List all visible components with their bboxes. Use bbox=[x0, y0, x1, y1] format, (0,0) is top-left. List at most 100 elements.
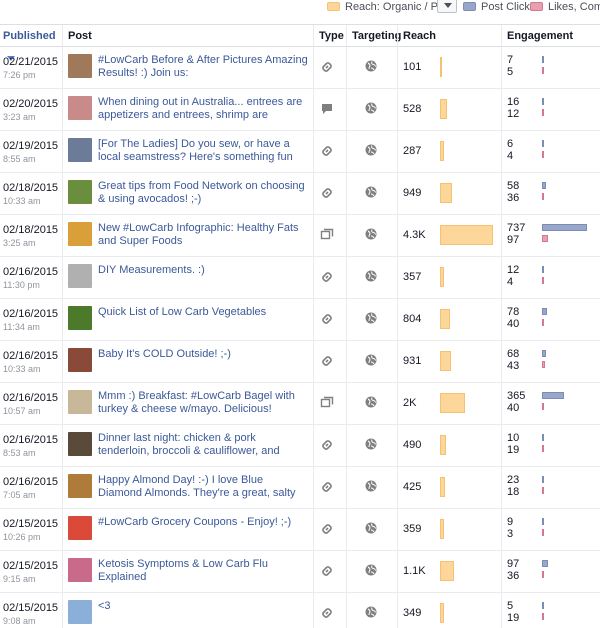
reach-bar bbox=[440, 57, 442, 77]
post-link[interactable]: Dinner last night: chicken & pork tender… bbox=[98, 432, 310, 458]
post-link[interactable]: Baby It's COLD Outside! ;-) bbox=[98, 348, 310, 374]
post-thumbnail[interactable] bbox=[68, 306, 92, 330]
reach-bar bbox=[440, 561, 454, 581]
post-time: 8:55 am bbox=[3, 154, 36, 164]
post-link[interactable]: DIY Measurements. :) bbox=[98, 264, 310, 290]
column-header-engagement[interactable]: Engagement bbox=[501, 25, 600, 47]
globe-icon bbox=[365, 312, 377, 324]
post-thumbnail[interactable] bbox=[68, 54, 92, 78]
engagement-values: 23 18 bbox=[507, 474, 519, 498]
post-thumbnail[interactable] bbox=[68, 474, 92, 498]
column-header-published[interactable]: Published bbox=[0, 25, 62, 61]
post-date: 02/18/2015 bbox=[3, 224, 59, 236]
post-date: 02/18/2015 bbox=[3, 182, 59, 194]
reach-value: 1.1K bbox=[403, 565, 426, 577]
post-time: 7:05 am bbox=[3, 490, 36, 500]
engagement-values: 737 97 bbox=[507, 222, 525, 246]
globe-icon bbox=[365, 438, 377, 450]
post-link[interactable]: Mmm :) Breakfast: #LowCarb Bagel with tu… bbox=[98, 390, 310, 416]
likes-value: 19 bbox=[507, 612, 520, 624]
post-clicks-value: 16 bbox=[507, 96, 520, 108]
post-date: 02/19/2015 bbox=[3, 140, 59, 152]
table-row[interactable]: 02/21/2015 7:26 pm #LowCarb Before & After… bbox=[0, 47, 600, 89]
post-date: 02/16/2015 bbox=[3, 350, 59, 362]
table-row[interactable]: 02/16/2015 10:57 am Mmm :) Breakfast: #Low… bbox=[0, 383, 600, 425]
column-header-post[interactable]: Post bbox=[62, 25, 313, 47]
post-link[interactable]: Great tips from Food Network on choosing… bbox=[98, 180, 310, 206]
post-clicks-bar bbox=[542, 182, 546, 189]
reach-value: 287 bbox=[403, 145, 422, 157]
likes-value: 4 bbox=[507, 150, 514, 162]
post-date: 02/21/2015 bbox=[3, 56, 59, 68]
post-link[interactable]: New #LowCarb Infographic: Healthy Fats a… bbox=[98, 222, 310, 248]
column-header-reach[interactable]: Reach bbox=[397, 25, 501, 47]
status-icon bbox=[320, 102, 334, 116]
globe-icon bbox=[365, 60, 377, 72]
post-link[interactable]: #LowCarb Grocery Coupons - Enjoy! ;-) bbox=[98, 516, 310, 542]
post-thumbnail[interactable] bbox=[68, 600, 92, 624]
post-link[interactable]: When dining out in Australia... entrees … bbox=[98, 96, 310, 122]
reach-dropdown-button[interactable] bbox=[437, 0, 457, 13]
table-row[interactable]: 02/20/2015 3:23 am When dining out in Aust… bbox=[0, 89, 600, 131]
post-link[interactable]: <3 bbox=[98, 600, 310, 626]
post-thumbnail[interactable] bbox=[68, 432, 92, 456]
table-row[interactable]: 02/16/2015 7:05 am Happy Almond Day! :-) I… bbox=[0, 467, 600, 509]
likes-value: 3 bbox=[507, 528, 514, 540]
column-header-type[interactable]: Type bbox=[313, 25, 346, 47]
globe-icon bbox=[365, 186, 377, 198]
post-link[interactable]: #LowCarb Before & After Pictures Amazing… bbox=[98, 54, 310, 80]
engagement-values: 93 bbox=[507, 516, 513, 540]
table-row[interactable]: 02/15/2015 10:26 pm #LowCarb Grocery Coupo… bbox=[0, 509, 600, 551]
engagement-values: 16 12 bbox=[507, 96, 519, 120]
table-row[interactable]: 02/15/2015 9:15 am Ketosis Symptoms & Low … bbox=[0, 551, 600, 593]
column-header-targeting[interactable]: Targeting bbox=[346, 25, 401, 47]
likes-bar bbox=[542, 445, 544, 452]
post-thumbnail[interactable] bbox=[68, 180, 92, 204]
post-thumbnail[interactable] bbox=[68, 390, 92, 414]
table-row[interactable]: 02/18/2015 10:33 am Great tips from Food N… bbox=[0, 173, 600, 215]
globe-icon bbox=[365, 102, 377, 114]
post-thumbnail[interactable] bbox=[68, 96, 92, 120]
legend-likes: Likes, Comme bbox=[530, 0, 600, 13]
likes-bar bbox=[542, 109, 544, 116]
likes-bar bbox=[542, 193, 544, 200]
table-row[interactable]: 02/16/2015 11:30 pm DIY Measurements. :) 35… bbox=[0, 257, 600, 299]
post-thumbnail[interactable] bbox=[68, 264, 92, 288]
post-time: 11:34 am bbox=[3, 322, 40, 332]
likes-value: 4 bbox=[507, 276, 514, 288]
reach-bar bbox=[440, 183, 452, 203]
post-thumbnail[interactable] bbox=[68, 558, 92, 582]
table-row[interactable]: 02/16/2015 11:34 am Quick List of Low Carb… bbox=[0, 299, 600, 341]
likes-bar bbox=[542, 487, 544, 494]
link-icon bbox=[320, 144, 334, 158]
post-clicks-value: 12 bbox=[507, 264, 520, 276]
post-thumbnail[interactable] bbox=[68, 222, 92, 246]
post-clicks-bar bbox=[542, 224, 587, 231]
likes-value: 18 bbox=[507, 486, 520, 498]
likes-value: 19 bbox=[507, 444, 520, 456]
likes-bar bbox=[542, 613, 544, 620]
post-date: 02/16/2015 bbox=[3, 266, 59, 278]
table-row[interactable]: 02/16/2015 10:33 am Baby It's COLD Outside… bbox=[0, 341, 600, 383]
table-row[interactable]: 02/16/2015 8:53 am Dinner last night: chic… bbox=[0, 425, 600, 467]
table-row[interactable]: 02/18/2015 3:25 am New #LowCarb Infographi… bbox=[0, 215, 600, 257]
post-link[interactable]: Happy Almond Day! :-) I love Blue Diamon… bbox=[98, 474, 310, 500]
table-row[interactable]: 02/15/2015 9:08 am <3 349 5 19 bbox=[0, 593, 600, 628]
post-clicks-bar bbox=[542, 560, 548, 567]
table-row[interactable]: 02/19/2015 8:55 am [For The Ladies] Do you… bbox=[0, 131, 600, 173]
post-thumbnail[interactable] bbox=[68, 516, 92, 540]
post-thumbnail[interactable] bbox=[68, 138, 92, 162]
post-link[interactable]: Quick List of Low Carb Vegetables bbox=[98, 306, 310, 332]
post-thumbnail[interactable] bbox=[68, 348, 92, 372]
post-link[interactable]: [For The Ladies] Do you sew, or have a l… bbox=[98, 138, 310, 164]
legend-post-clicks: Post Clicks bbox=[463, 0, 535, 13]
globe-icon bbox=[365, 354, 377, 366]
legend-reach: Reach: Organic / Paid bbox=[327, 0, 453, 13]
post-link[interactable]: Ketosis Symptoms & Low Carb Flu Explaine… bbox=[98, 558, 310, 584]
engagement-values: 64 bbox=[507, 138, 513, 162]
globe-icon bbox=[365, 480, 377, 492]
likes-bar bbox=[542, 319, 544, 326]
post-time: 11:30 pm bbox=[3, 280, 40, 290]
chevron-down-icon bbox=[444, 3, 452, 8]
engagement-values: 10 19 bbox=[507, 432, 519, 456]
